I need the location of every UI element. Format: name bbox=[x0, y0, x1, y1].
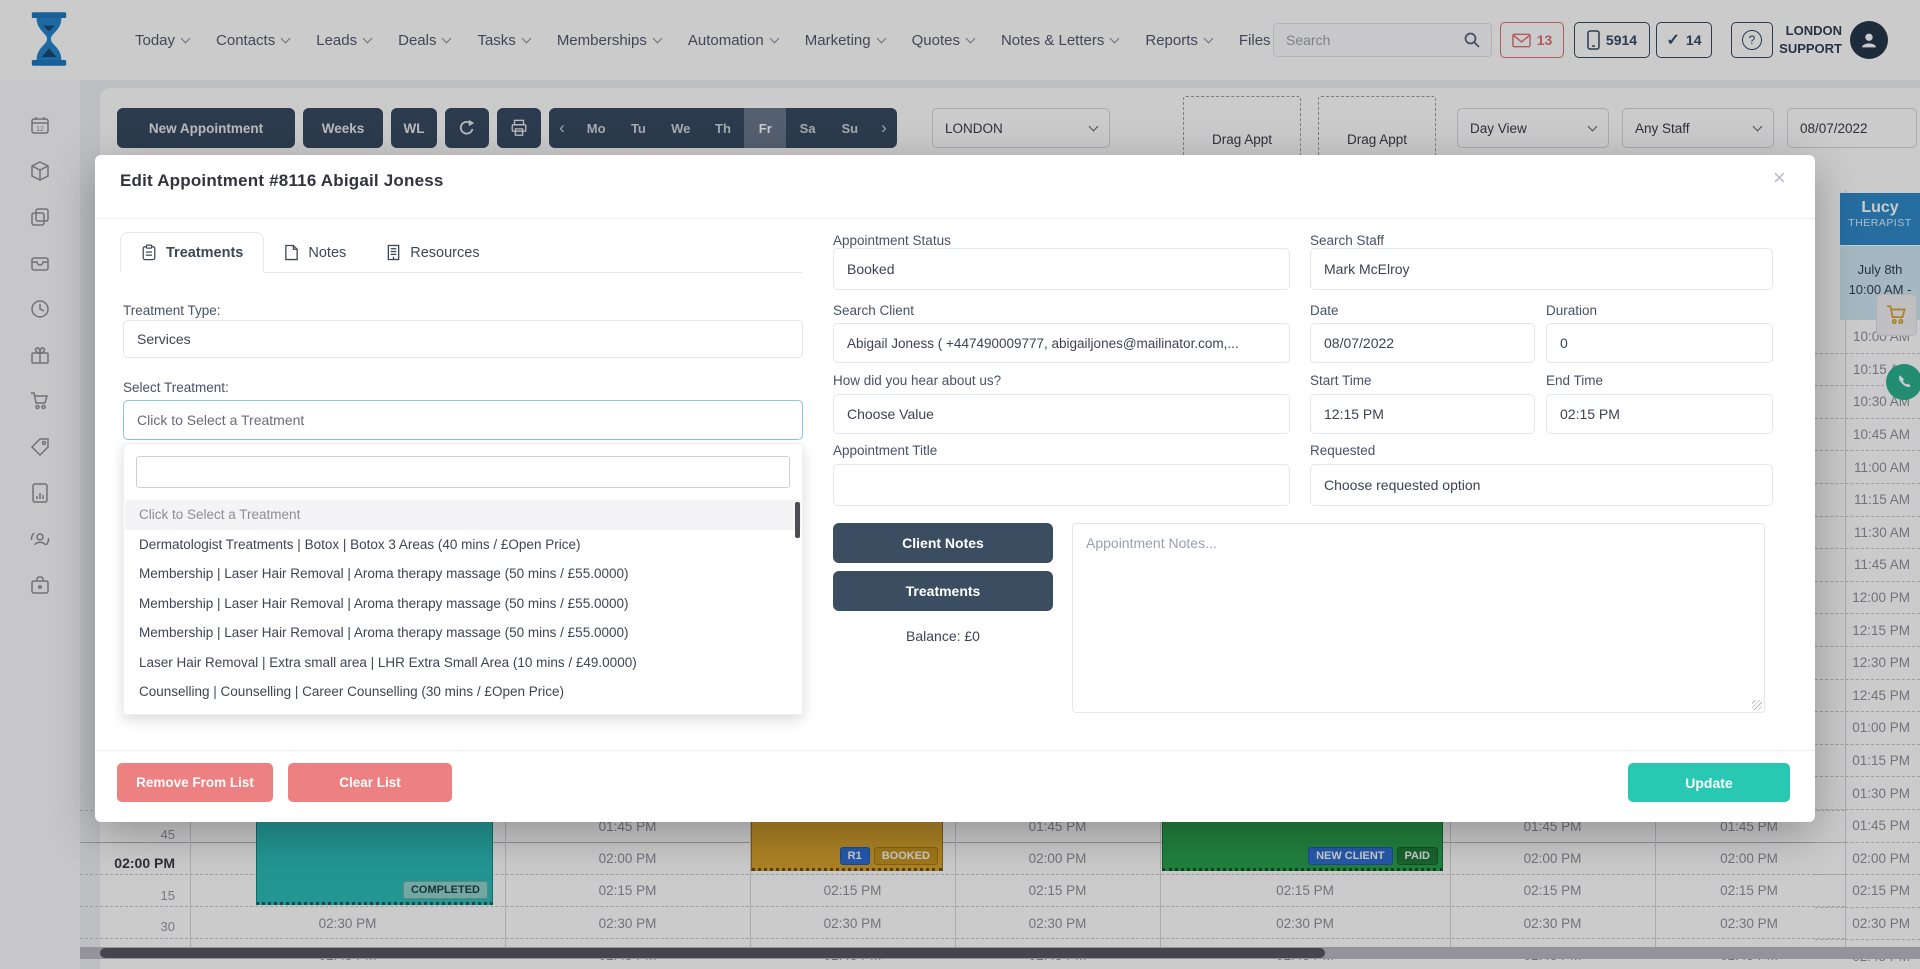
treatment-option-label: Laser Hair Removal | Extra small area | … bbox=[139, 655, 637, 670]
header-divider bbox=[95, 218, 1815, 219]
clipboard-icon bbox=[141, 244, 157, 261]
search-staff-input[interactable]: Mark McElroy bbox=[1310, 248, 1773, 290]
tab-label: Treatments bbox=[166, 245, 243, 261]
hear-about-label: How did you hear about us? bbox=[833, 373, 1001, 388]
treatment-option-label: Dermatologist Treatments | Botox | Botox… bbox=[139, 537, 580, 552]
appointment-notes-textarea[interactable]: Appointment Notes... bbox=[1072, 523, 1765, 713]
search-client-input[interactable]: Abigail Joness ( +447490009777, abigailj… bbox=[833, 323, 1290, 363]
treatments-button[interactable]: Treatments bbox=[833, 571, 1053, 611]
search-staff-label: Search Staff bbox=[1310, 233, 1384, 248]
appointment-title-label: Appointment Title bbox=[833, 443, 937, 458]
treatment-option[interactable]: Membership | Laser Hair Removal | Aroma … bbox=[125, 589, 801, 619]
tab-resources[interactable]: Resources bbox=[366, 232, 499, 273]
close-icon[interactable]: × bbox=[1773, 165, 1786, 191]
treatment-option[interactable]: Laser Hair Removal | Extra small area | … bbox=[125, 648, 801, 678]
footer-divider bbox=[95, 750, 1815, 751]
building-icon bbox=[386, 244, 401, 261]
treatment-option-label: Membership | Laser Hair Removal | Aroma … bbox=[139, 566, 628, 581]
edit-appointment-modal: Edit Appointment #8116 Abigail Joness × … bbox=[95, 155, 1815, 822]
end-time-input[interactable]: 02:15 PM bbox=[1546, 394, 1773, 434]
hear-about-value: Choose Value bbox=[847, 406, 934, 422]
tab-notes[interactable]: Notes bbox=[264, 232, 366, 273]
treatment-type-select[interactable]: Services bbox=[123, 320, 803, 358]
remove-from-list-button[interactable]: Remove From List bbox=[117, 763, 273, 802]
clear-list-button[interactable]: Clear List bbox=[288, 763, 452, 802]
duration-label: Duration bbox=[1546, 303, 1597, 318]
treatment-search-input[interactable] bbox=[136, 456, 790, 488]
end-time-label: End Time bbox=[1546, 373, 1603, 388]
modal-tabs: Treatments Notes Resources bbox=[120, 232, 500, 273]
start-time-input[interactable]: 12:15 PM bbox=[1310, 394, 1535, 434]
duration-value: 0 bbox=[1560, 335, 1568, 351]
resize-handle[interactable] bbox=[1752, 700, 1762, 710]
search-staff-value: Mark McElroy bbox=[1324, 261, 1410, 277]
balance-text: Balance: £0 bbox=[833, 628, 1053, 644]
end-time-value: 02:15 PM bbox=[1560, 406, 1620, 422]
appointment-title-input[interactable] bbox=[833, 464, 1290, 506]
date-value: 08/07/2022 bbox=[1324, 335, 1394, 351]
select-treatment-value: Click to Select a Treatment bbox=[137, 412, 304, 428]
client-notes-button[interactable]: Client Notes bbox=[833, 523, 1053, 563]
requested-value: Choose requested option bbox=[1324, 477, 1480, 493]
note-icon bbox=[284, 244, 299, 261]
treatment-dropdown-panel: Click to Select a Treatment Dermatologis… bbox=[123, 443, 803, 715]
treatment-option[interactable]: Membership | Laser Hair Removal | Aroma … bbox=[125, 618, 801, 648]
treatment-type-label: Treatment Type: bbox=[123, 303, 221, 318]
dropdown-scrollbar-thumb[interactable] bbox=[795, 502, 800, 538]
treatment-option-label: Click to Select a Treatment bbox=[139, 507, 300, 522]
start-time-label: Start Time bbox=[1310, 373, 1372, 388]
app-screen: Today Contacts Leads Deals bbox=[0, 0, 1920, 969]
treatment-option[interactable]: Dermatologist Treatments | Botox | Botox… bbox=[125, 530, 801, 560]
requested-select[interactable]: Choose requested option bbox=[1310, 464, 1773, 506]
tab-label: Notes bbox=[308, 245, 346, 261]
treatment-options-list: Click to Select a Treatment Dermatologis… bbox=[125, 500, 801, 707]
update-button[interactable]: Update bbox=[1628, 763, 1790, 802]
select-treatment-combo[interactable]: Click to Select a Treatment bbox=[123, 400, 803, 440]
appointment-status-label: Appointment Status bbox=[833, 233, 951, 248]
appointment-status-select[interactable]: Booked bbox=[833, 248, 1290, 290]
treatment-option[interactable]: Click to Select a Treatment bbox=[125, 500, 801, 530]
search-client-value: Abigail Joness ( +447490009777, abigailj… bbox=[847, 336, 1239, 351]
appointment-status-value: Booked bbox=[847, 261, 894, 277]
duration-input[interactable]: 0 bbox=[1546, 323, 1773, 363]
treatment-option-label: Membership | Laser Hair Removal | Aroma … bbox=[139, 596, 628, 611]
treatment-type-value: Services bbox=[137, 331, 191, 347]
notes-placeholder: Appointment Notes... bbox=[1086, 535, 1217, 551]
treatment-option[interactable]: Counselling | Counselling | Career Couns… bbox=[125, 677, 801, 707]
search-client-label: Search Client bbox=[833, 303, 914, 318]
date-input[interactable]: 08/07/2022 bbox=[1310, 323, 1535, 363]
start-time-value: 12:15 PM bbox=[1324, 406, 1384, 422]
modal-title: Edit Appointment #8116 Abigail Joness bbox=[120, 171, 444, 191]
treatment-option[interactable]: Membership | Laser Hair Removal | Aroma … bbox=[125, 559, 801, 589]
tab-treatments[interactable]: Treatments bbox=[120, 232, 264, 273]
tab-label: Resources bbox=[410, 245, 479, 261]
date-label: Date bbox=[1310, 303, 1339, 318]
treatment-option-label: Counselling | Counselling | Career Couns… bbox=[139, 684, 564, 699]
select-treatment-label: Select Treatment: bbox=[123, 380, 229, 395]
treatment-option-label: Membership | Laser Hair Removal | Aroma … bbox=[139, 625, 628, 640]
requested-label: Requested bbox=[1310, 443, 1375, 458]
hear-about-select[interactable]: Choose Value bbox=[833, 394, 1290, 434]
